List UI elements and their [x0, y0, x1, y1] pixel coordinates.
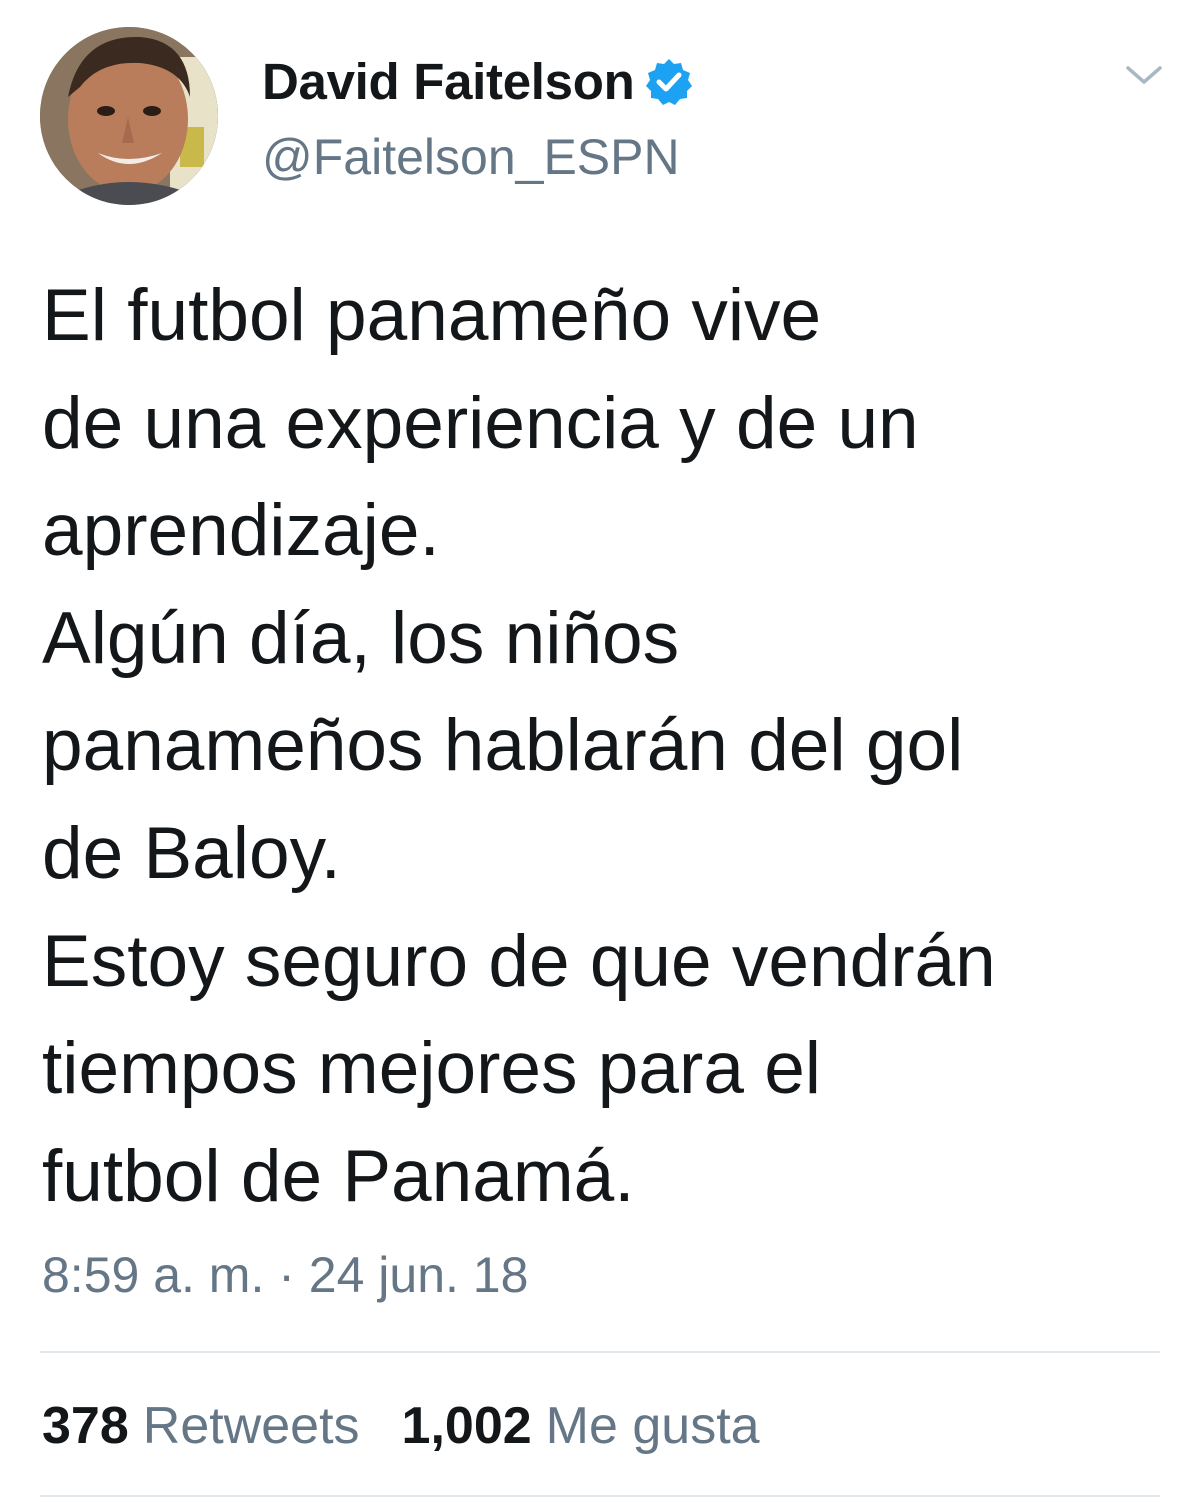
likes-stat[interactable]: 1,002 Me gusta: [402, 1396, 760, 1456]
author-handle[interactable]: @Faitelson_ESPN: [262, 128, 680, 186]
verified-badge-icon: [644, 57, 694, 107]
tweet-text-line: El futbol panameño vive: [42, 275, 822, 356]
display-name[interactable]: David Faitelson: [262, 52, 635, 111]
tweet-card: David Faitelson @Faitelson_ESPN El futbo…: [0, 0, 1200, 1502]
avatar[interactable]: [40, 27, 218, 205]
tweet-text-line: tiempos mejores para el: [42, 1028, 822, 1110]
tweet-timestamp[interactable]: 8:59 a. m. · 24 jun. 18: [42, 1246, 528, 1304]
retweets-stat[interactable]: 378 Retweets: [42, 1396, 360, 1456]
retweets-label: Retweets: [142, 1397, 360, 1455]
divider: [40, 1495, 1160, 1497]
likes-count: 1,002: [401, 1397, 532, 1455]
tweet-text-line: de Baloy.: [42, 812, 341, 894]
tweet-text: El futbol panameño vive de una experienc…: [42, 262, 1172, 1230]
tweet-text-line: futbol de Panamá.: [42, 1135, 635, 1217]
author-name-row[interactable]: David Faitelson: [262, 50, 694, 112]
tweet-text-line: panameños hablarán del gol: [42, 705, 964, 787]
tweet-text-line: de una experiencia y de un: [42, 382, 919, 464]
tweet-stats: 378 Retweets 1,002 Me gusta: [42, 1396, 760, 1456]
tweet-text-line: Algún día, los niños: [42, 597, 680, 679]
chevron-down-icon[interactable]: [1124, 60, 1164, 90]
retweets-count: 378: [42, 1397, 129, 1455]
tweet-text-line: Estoy seguro de que vendrán: [42, 920, 996, 1002]
tweet-text-line: aprendizaje.: [42, 490, 440, 572]
likes-label: Me gusta: [545, 1397, 760, 1455]
profile-photo-icon: [40, 27, 218, 205]
divider: [40, 1351, 1160, 1353]
